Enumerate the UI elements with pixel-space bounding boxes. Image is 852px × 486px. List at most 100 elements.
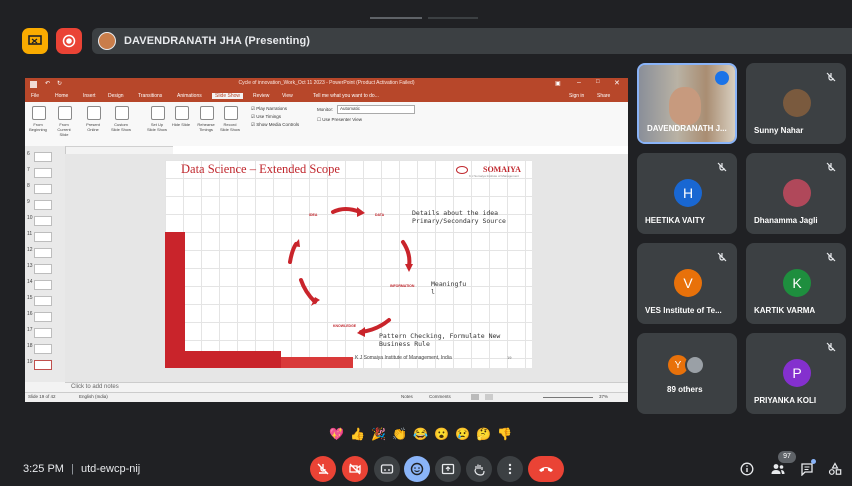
slide-sorter-icon[interactable] bbox=[485, 394, 493, 400]
mic-toggle-button[interactable] bbox=[310, 456, 336, 482]
activities-button[interactable] bbox=[828, 462, 842, 481]
slide-thumbnail[interactable] bbox=[34, 280, 52, 290]
reaction-thinking-icon[interactable]: 🤔 bbox=[476, 427, 491, 442]
menu-file[interactable]: File bbox=[31, 93, 39, 99]
present-online-label: Present Online bbox=[86, 122, 100, 132]
slide-thumbnail-pane[interactable]: 6 7 8 9 10 11 12 13 14 15 16 17 18 19 bbox=[25, 146, 66, 382]
monitor-label: Monitor: bbox=[317, 107, 334, 112]
slide-thumbnail[interactable] bbox=[34, 296, 52, 306]
set-up-show-icon[interactable] bbox=[151, 106, 165, 120]
from-current-label: From Current Slide bbox=[57, 122, 71, 137]
tell-me-field[interactable]: Tell me what you want to do... bbox=[313, 93, 379, 99]
status-zoom-level[interactable]: 37% bbox=[599, 394, 608, 399]
menu-slide-show[interactable]: Slide Show bbox=[212, 93, 244, 99]
check-play-narrations[interactable]: ☑ Play Narrations bbox=[251, 106, 287, 112]
cycle-label-idea: IDEA bbox=[309, 213, 318, 217]
slide-thumbnail[interactable] bbox=[34, 264, 52, 274]
normal-view-icon[interactable] bbox=[471, 394, 479, 400]
slide-thumbnail[interactable] bbox=[34, 168, 52, 178]
slide-thumbnail[interactable] bbox=[34, 232, 52, 242]
captions-icon bbox=[380, 464, 394, 474]
participant-tile[interactable]: P PRIYANKA KOLI bbox=[746, 333, 846, 414]
slide-thumbnail[interactable] bbox=[34, 216, 52, 226]
check-presenter-view[interactable]: ☐ Use Presenter View bbox=[317, 117, 362, 123]
slide-thumbnail[interactable] bbox=[34, 152, 52, 162]
presenter-avatar bbox=[98, 32, 116, 50]
menu-animations[interactable]: Animations bbox=[177, 93, 202, 99]
check-use-timings[interactable]: ☑ Use Timings bbox=[251, 114, 281, 120]
participant-tile[interactable]: Dhanamma Jagli bbox=[746, 153, 846, 234]
check-media-controls[interactable]: ☑ Show Media Controls bbox=[251, 122, 299, 128]
reaction-thumbs-down-icon[interactable]: 👎 bbox=[497, 427, 512, 442]
raise-hand-button[interactable] bbox=[466, 456, 492, 482]
from-beginning-icon[interactable] bbox=[32, 106, 46, 120]
menu-transitions[interactable]: Transitions bbox=[138, 93, 162, 99]
menu-home[interactable]: Home bbox=[55, 93, 68, 99]
participant-tile[interactable]: K KARTIK VARMA bbox=[746, 243, 846, 324]
meeting-details-button[interactable] bbox=[740, 462, 754, 481]
captions-button[interactable] bbox=[374, 456, 400, 482]
slide-thumbnail[interactable] bbox=[34, 344, 52, 354]
presenting-chip[interactable]: DAVENDRANATH JHA (Presenting) bbox=[92, 28, 852, 54]
reaction-clap-icon[interactable]: 👏 bbox=[392, 427, 407, 442]
record-button[interactable] bbox=[56, 28, 82, 54]
slide-canvas[interactable]: Data Science – Extended Scope SOMAIYA K … bbox=[165, 160, 532, 368]
people-button[interactable] bbox=[770, 462, 786, 481]
more-options-button[interactable] bbox=[497, 456, 523, 482]
slide-thumbnail[interactable] bbox=[34, 248, 52, 258]
status-comments-button[interactable]: Comments bbox=[429, 394, 451, 399]
from-current-icon[interactable] bbox=[58, 106, 72, 120]
present-now-button[interactable] bbox=[435, 456, 461, 482]
slide-thumbnail[interactable] bbox=[34, 312, 52, 322]
hide-slide-icon[interactable] bbox=[175, 106, 189, 120]
participant-tile[interactable]: DAVENDRANATH J... bbox=[637, 63, 737, 144]
slide-footer: K J Somaiya Institute of Management, Ind… bbox=[355, 355, 452, 361]
record-slide-show-icon[interactable] bbox=[224, 106, 238, 120]
zoom-slider[interactable] bbox=[543, 397, 593, 398]
chat-button[interactable] bbox=[800, 462, 814, 481]
participant-tile[interactable]: H HEETIKA VAITY bbox=[637, 153, 737, 234]
menu-view[interactable]: View bbox=[282, 93, 293, 99]
minimize-icon[interactable]: – bbox=[577, 79, 581, 86]
arrowhead bbox=[405, 264, 413, 272]
menu-insert[interactable]: Insert bbox=[83, 93, 96, 99]
slide-thumbnail[interactable] bbox=[34, 328, 52, 338]
ppt-window-title: Cycle of innovation_Work_Oct 11 2023 - P… bbox=[238, 80, 415, 86]
participant-tile[interactable]: V VES Institute of Te... bbox=[637, 243, 737, 324]
slide-note-information: Meaningfu l bbox=[431, 280, 467, 296]
status-notes-button[interactable]: Notes bbox=[401, 394, 413, 399]
ribbon-display-icon[interactable]: ▣ bbox=[555, 80, 561, 87]
present-toggle-button[interactable] bbox=[22, 28, 48, 54]
others-tile[interactable]: Y 89 others bbox=[637, 333, 737, 414]
activities-icon bbox=[828, 462, 842, 475]
monitor-select[interactable]: Automatic bbox=[337, 105, 415, 114]
leave-call-button[interactable] bbox=[528, 456, 564, 482]
reactions-button[interactable] bbox=[404, 456, 430, 482]
reaction-laugh-icon[interactable]: 😂 bbox=[413, 427, 428, 442]
menu-review[interactable]: Review bbox=[253, 93, 269, 99]
decorative-red-bar bbox=[165, 232, 185, 368]
rehearse-label: Rehearse Timings bbox=[197, 122, 215, 132]
menu-design[interactable]: Design bbox=[108, 93, 124, 99]
reaction-heart-icon[interactable]: 💖 bbox=[329, 427, 344, 442]
sign-in-link[interactable]: Sign in bbox=[569, 93, 584, 99]
participant-tile[interactable]: Sunny Nahar bbox=[746, 63, 846, 144]
slide-thumbnail[interactable] bbox=[34, 184, 52, 194]
rehearse-icon[interactable] bbox=[200, 106, 214, 120]
arrowhead bbox=[357, 207, 365, 217]
reaction-cry-icon[interactable]: 😢 bbox=[455, 427, 470, 442]
reaction-party-icon[interactable]: 🎉 bbox=[371, 427, 386, 442]
maximize-icon[interactable]: □ bbox=[596, 79, 600, 85]
arrowhead bbox=[293, 239, 300, 247]
share-button[interactable]: Share bbox=[597, 93, 610, 99]
slide-thumbnail[interactable] bbox=[34, 200, 52, 210]
reaction-thumbs-up-icon[interactable]: 👍 bbox=[350, 427, 365, 442]
custom-show-icon[interactable] bbox=[115, 106, 129, 120]
camera-toggle-button[interactable] bbox=[342, 456, 368, 482]
set-up-show-label: Set Up Slide Show bbox=[146, 122, 167, 132]
status-language[interactable]: English (India) bbox=[79, 394, 108, 399]
close-icon[interactable]: ✕ bbox=[614, 79, 620, 87]
present-online-icon[interactable] bbox=[87, 106, 101, 120]
slide-thumbnail-selected[interactable] bbox=[34, 360, 52, 370]
reaction-surprised-icon[interactable]: 😮 bbox=[434, 427, 449, 442]
